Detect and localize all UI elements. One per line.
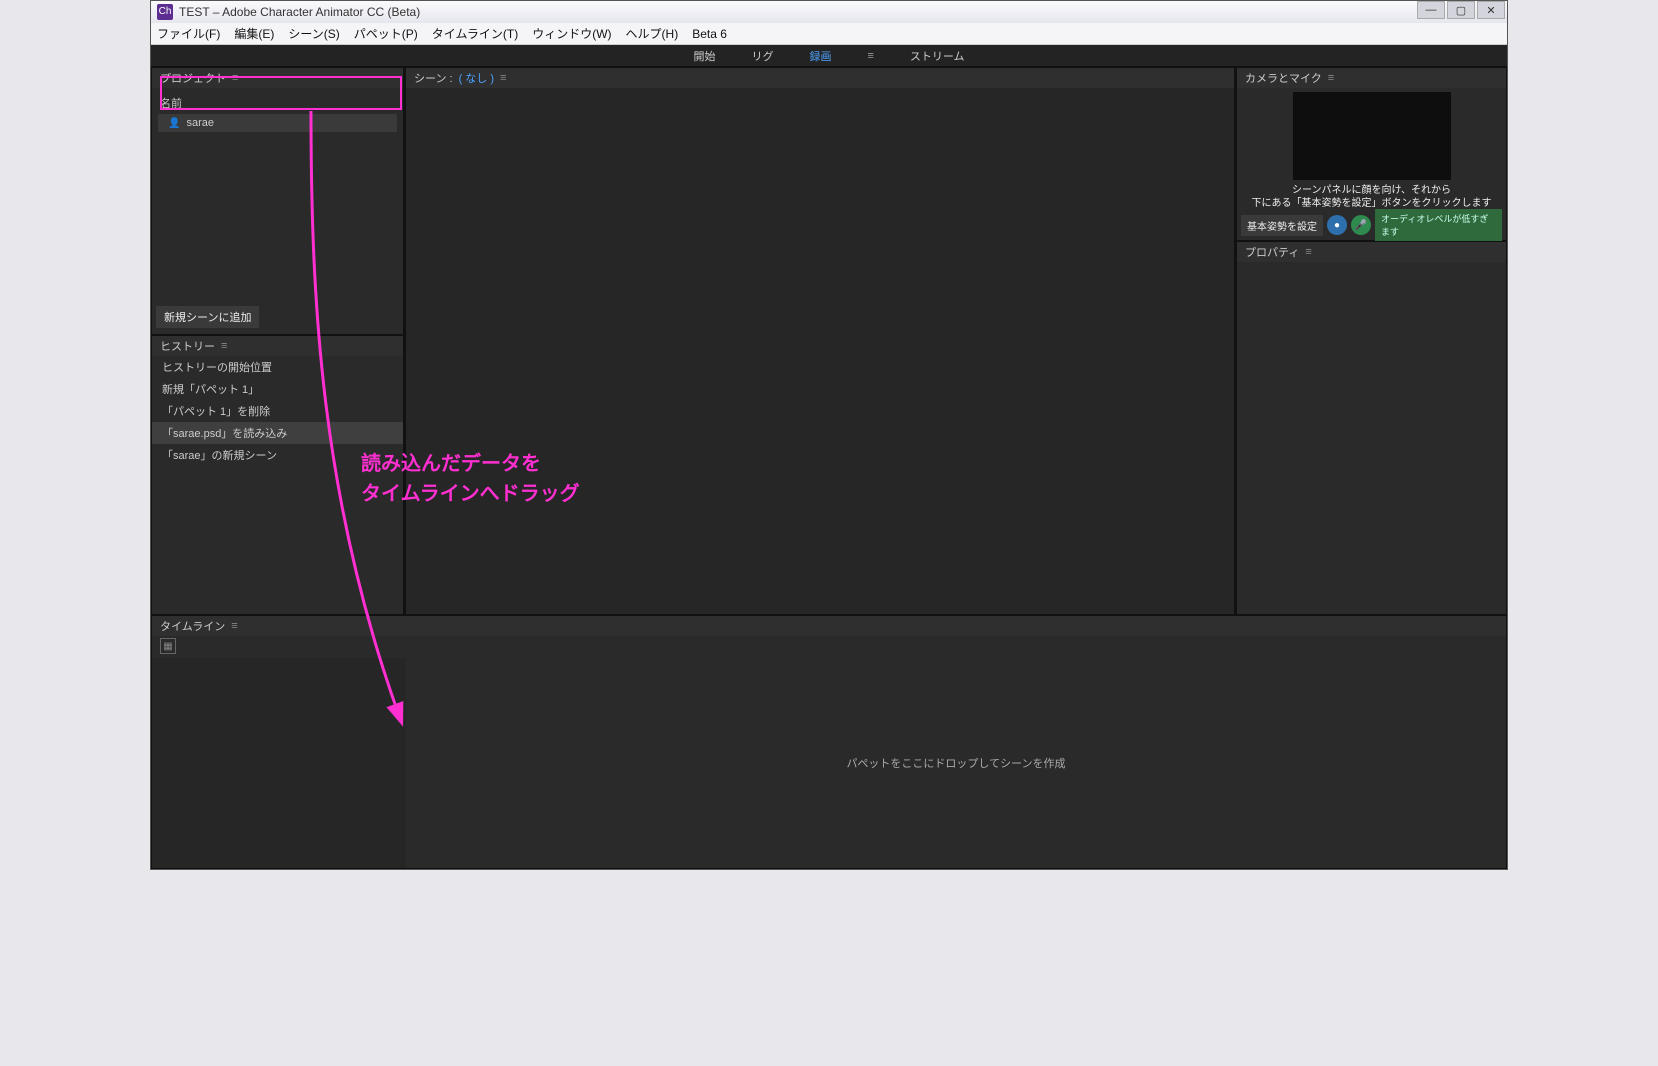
- camera-hint-text: シーンパネルに顔を向け、それから 下にある「基本姿勢を設定」ボタンをクリックしま…: [1252, 184, 1492, 210]
- menu-timeline[interactable]: タイムライン(T): [432, 25, 518, 42]
- menu-file[interactable]: ファイル(F): [157, 25, 220, 42]
- history-panel: ヒストリー ≡ ヒストリーの開始位置新規「パペット 1」「パペット 1」を削除「…: [151, 335, 404, 615]
- camera-panel-menu-icon[interactable]: ≡: [1328, 72, 1334, 84]
- history-item[interactable]: 新規「パペット 1」: [152, 378, 403, 400]
- project-column-name: 名前: [158, 92, 397, 114]
- puppet-icon: 👤: [168, 118, 180, 129]
- timeline-panel: タイムライン ≡ ▦ パペットをここにドロップしてシーンを作成: [151, 615, 1507, 869]
- camera-panel-title: カメラとマイク: [1245, 70, 1322, 86]
- timeline-panel-menu-icon[interactable]: ≡: [231, 620, 237, 632]
- history-item[interactable]: 「sarae.psd」を読み込み: [152, 422, 403, 444]
- project-panel-menu-icon[interactable]: ≡: [232, 72, 238, 84]
- history-item[interactable]: ヒストリーの開始位置: [152, 356, 403, 378]
- menu-beta: Beta 6: [692, 27, 727, 41]
- project-panel: プロジェクト ≡ 名前 👤 sarae 新規シーンに追加: [151, 67, 404, 335]
- camera-mic-panel: カメラとマイク ≡ シーンパネルに顔を向け、それから 下にある「基本姿勢を設定」…: [1236, 67, 1507, 241]
- app-icon: Ch: [157, 4, 173, 20]
- history-panel-menu-icon[interactable]: ≡: [221, 340, 227, 352]
- history-item[interactable]: 「パペット 1」を削除: [152, 400, 403, 422]
- scene-panel-label: シーン :: [414, 70, 453, 86]
- webcam-toggle-icon[interactable]: ●: [1327, 215, 1347, 235]
- menu-puppet[interactable]: パペット(P): [354, 25, 418, 42]
- close-button[interactable]: ✕: [1477, 1, 1505, 19]
- workspace-tabs: 開始 リグ 録画 ≡ ストリーム: [151, 45, 1507, 67]
- camera-preview: [1293, 92, 1451, 180]
- project-item-label: sarae: [186, 117, 214, 129]
- scene-name-none: ( なし ): [459, 70, 494, 86]
- maximize-button[interactable]: ▢: [1447, 1, 1475, 19]
- menu-bar: ファイル(F) 編集(E) シーン(S) パペット(P) タイムライン(T) ウ…: [151, 23, 1507, 45]
- workspace-record[interactable]: 録画: [805, 46, 835, 66]
- project-panel-title: プロジェクト: [160, 70, 226, 86]
- menu-window[interactable]: ウィンドウ(W): [532, 25, 611, 42]
- minimize-button[interactable]: —: [1417, 1, 1445, 19]
- workspace-stream[interactable]: ストリーム: [906, 46, 969, 66]
- workspace-start[interactable]: 開始: [689, 46, 719, 66]
- add-to-new-scene-button[interactable]: 新規シーンに追加: [156, 306, 259, 328]
- set-pose-button[interactable]: 基本姿勢を設定: [1241, 215, 1323, 236]
- scene-panel-menu-icon[interactable]: ≡: [500, 72, 506, 84]
- timeline-track-header-area: [152, 658, 406, 868]
- audio-level-indicator: オーディオレベルが低すぎます: [1375, 209, 1502, 241]
- timeline-tool-icon[interactable]: ▦: [160, 638, 176, 654]
- project-item-sarae[interactable]: 👤 sarae: [158, 114, 397, 132]
- history-item[interactable]: 「sarae」の新規シーン: [152, 444, 403, 466]
- history-panel-title: ヒストリー: [160, 338, 215, 354]
- menu-help[interactable]: ヘルプ(H): [626, 25, 679, 42]
- window-title: TEST – Adobe Character Animator CC (Beta…: [179, 5, 420, 19]
- workspace-rig[interactable]: リグ: [747, 46, 777, 66]
- window-titlebar: Ch TEST – Adobe Character Animator CC (B…: [151, 1, 1507, 23]
- timeline-panel-title: タイムライン: [160, 618, 225, 634]
- scene-panel: シーン : ( なし ) ≡: [405, 67, 1235, 615]
- timeline-drop-zone[interactable]: パペットをここにドロップしてシーンを作成: [410, 662, 1502, 864]
- properties-panel-title: プロパティ: [1245, 244, 1299, 260]
- properties-panel-menu-icon[interactable]: ≡: [1305, 246, 1311, 258]
- menu-scene[interactable]: シーン(S): [288, 25, 339, 42]
- scene-viewport[interactable]: [406, 88, 1234, 614]
- menu-edit[interactable]: 編集(E): [234, 25, 274, 42]
- mic-toggle-icon[interactable]: 🎤: [1351, 215, 1371, 235]
- properties-panel: プロパティ ≡: [1236, 241, 1507, 615]
- workspace-menu-icon[interactable]: ≡: [863, 48, 877, 64]
